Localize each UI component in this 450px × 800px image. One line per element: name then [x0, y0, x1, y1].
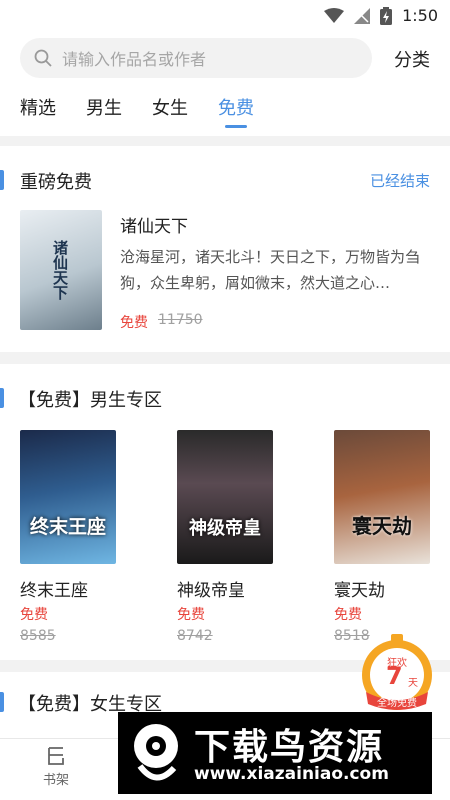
status-bar: 1:50 — [0, 0, 450, 32]
category-button[interactable]: 分类 — [394, 46, 430, 72]
featured-header: 重磅免费 已经结束 — [0, 168, 450, 196]
search-placeholder: 请输入作品名或作者 — [62, 50, 207, 69]
free-days-badge[interactable]: 狂欢 7 天 全场免费 — [356, 632, 438, 714]
header: 请输入作品名或作者 分类 精选 男生 女生 免费 — [0, 32, 450, 136]
status-icons: 1:50 — [324, 6, 438, 25]
original-price: 11750 — [158, 312, 203, 328]
book-description: 沧海星河，诸天北斗！天日之下，万物皆为刍狗，众生卑躬，屑如微末，然大道之心… — [120, 248, 421, 292]
tab-featured[interactable]: 精选 — [20, 94, 56, 128]
free-label: 免费 — [120, 315, 148, 331]
badge-bottom-text: 全场免费 — [377, 698, 417, 709]
book-cover[interactable]: 寰天劫 — [334, 430, 430, 564]
male-zone-section: 【免费】男生专区 终末王座 终末王座 免费 8585 神级帝皇 神级帝皇 免费 … — [0, 364, 450, 660]
book-title[interactable]: 诸仙天下 — [120, 212, 188, 237]
nav-bookshelf[interactable]: 书架 — [26, 745, 86, 788]
watermark-url: www.xiazainiao.com — [194, 764, 389, 784]
book-title[interactable]: 神级帝皇 — [177, 576, 245, 601]
bird-logo-icon — [134, 724, 178, 781]
free-label: 免费 — [177, 607, 205, 623]
section-marker — [0, 388, 4, 408]
cover-title: 诸仙天下 — [51, 240, 69, 300]
watermark-title: 下载鸟资源 — [194, 727, 385, 768]
book-cover[interactable]: 神级帝皇 — [177, 430, 273, 564]
signal-icon — [354, 7, 371, 24]
male-zone-title: 【免费】男生专区 — [18, 390, 162, 411]
tab-free[interactable]: 免费 — [218, 94, 254, 128]
badge-number: 7 — [386, 662, 403, 690]
featured-section: 重磅免费 已经结束 诸仙天下 诸仙天下 沧海星河，诸天北斗！天日之下，万物皆为刍… — [0, 146, 450, 352]
cover-title: 寰天劫 — [352, 514, 412, 538]
book-cover[interactable]: 终末王座 — [20, 430, 116, 564]
book-title[interactable]: 寰天劫 — [334, 576, 385, 601]
male-zone-header: 【免费】男生专区 — [0, 386, 450, 414]
cover-title: 终末王座 — [29, 516, 106, 538]
tab-bar: 精选 男生 女生 免费 — [20, 94, 254, 128]
book-title[interactable]: 终末王座 — [20, 576, 88, 601]
tab-male[interactable]: 男生 — [86, 94, 122, 128]
bookshelf-icon — [48, 747, 64, 765]
cover-title: 神级帝皇 — [189, 518, 261, 539]
search-icon — [34, 49, 52, 67]
status-time: 1:50 — [402, 6, 438, 25]
tab-female[interactable]: 女生 — [152, 94, 188, 128]
badge-unit: 天 — [408, 678, 418, 689]
search-input[interactable]: 请输入作品名或作者 — [20, 38, 372, 78]
free-label: 免费 — [334, 607, 362, 623]
free-label: 免费 — [20, 607, 48, 623]
battery-icon — [380, 6, 393, 25]
nav-bookshelf-label: 书架 — [42, 773, 69, 788]
watermark-banner: 下载鸟资源 www.xiazainiao.com — [118, 712, 432, 794]
section-marker — [0, 692, 4, 712]
featured-status-link[interactable]: 已经结束 — [370, 170, 430, 191]
featured-title: 重磅免费 — [20, 172, 92, 193]
wifi-icon — [324, 7, 345, 23]
section-marker — [0, 170, 4, 190]
original-price: 8585 — [20, 628, 56, 644]
book-cover[interactable]: 诸仙天下 — [20, 210, 102, 330]
original-price: 8742 — [177, 628, 213, 644]
